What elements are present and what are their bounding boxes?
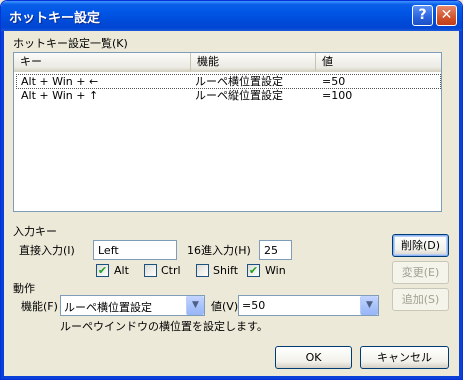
direct-input-field[interactable] — [93, 240, 177, 260]
hotkey-list-label: ホットキー設定一覧(K) — [13, 37, 128, 50]
delete-button[interactable]: 削除(D) — [392, 234, 449, 257]
hotkey-row-key: Alt + Win + ← — [21, 75, 99, 88]
column-header-key[interactable]: キー — [14, 53, 191, 71]
function-select-value: ルーペ横位置設定 — [64, 301, 152, 314]
action-section-label: 動作 — [13, 282, 35, 295]
hotkey-settings-dialog: ホットキー設定 ? ✕ ホットキー設定一覧(K) キー 機能 値 Alt + W… — [0, 0, 463, 380]
direct-input-label: 直接入力(I) — [19, 244, 75, 257]
value-label: 値(V) — [211, 300, 239, 313]
hotkey-row-value: =100 — [322, 89, 353, 102]
change-button[interactable]: 変更(E) — [392, 261, 449, 284]
dialog-title: ホットキー設定 — [9, 11, 101, 26]
value-select[interactable]: =50 ▼ — [238, 295, 379, 316]
hotkey-row-key: Alt + Win + ↑ — [21, 89, 99, 102]
hotkey-row-value: =50 — [322, 75, 346, 88]
close-icon: ✕ — [440, 7, 453, 23]
hex-input-label: 16進入力(H) — [187, 244, 251, 257]
function-label: 機能(F) — [21, 300, 58, 313]
hotkey-row-function: ルーペ横位置設定 — [195, 75, 283, 88]
hotkey-row[interactable]: Alt + Win + ← ルーペ横位置設定 =50 — [16, 74, 441, 89]
input-key-section-label: 入力キー — [13, 225, 57, 238]
modifier-ctrl-label: Ctrl — [161, 264, 181, 277]
window-border-left — [1, 31, 4, 379]
function-select[interactable]: ルーペ横位置設定 ▼ — [60, 295, 205, 316]
checkbox-box[interactable] — [196, 264, 209, 277]
window-border-bottom — [1, 376, 462, 379]
help-icon: ? — [418, 7, 427, 23]
hotkey-list-header: キー 機能 値 — [14, 53, 441, 72]
title-bar[interactable]: ホットキー設定 ? ✕ — [1, 1, 462, 31]
chevron-down-icon[interactable]: ▼ — [360, 296, 378, 315]
checkbox-box[interactable] — [144, 264, 157, 277]
hotkey-row-function: ルーペ縦位置設定 — [195, 89, 283, 102]
modifier-shift-label: Shift — [213, 264, 239, 277]
action-description: ルーペウインドウの横位置を設定します。 — [60, 320, 268, 333]
close-button[interactable]: ✕ — [436, 5, 457, 26]
modifier-alt-label: Alt — [114, 264, 129, 277]
hex-input-field[interactable] — [259, 240, 292, 260]
add-button[interactable]: 追加(S) — [392, 288, 449, 311]
checkbox-box[interactable]: ✔ — [247, 264, 260, 277]
chevron-down-icon[interactable]: ▼ — [186, 296, 204, 315]
modifier-win-label: Win — [265, 264, 286, 277]
value-select-value: =50 — [242, 299, 266, 312]
window-border-right — [459, 31, 462, 379]
hotkey-row[interactable]: Alt + Win + ↑ ルーペ縦位置設定 =100 — [17, 89, 440, 102]
checkbox-box[interactable]: ✔ — [96, 264, 109, 277]
hotkey-list[interactable]: キー 機能 値 Alt + Win + ← ルーペ横位置設定 =50 Alt +… — [13, 52, 442, 212]
help-button[interactable]: ? — [412, 5, 433, 26]
ok-button[interactable]: OK — [275, 346, 352, 369]
column-header-function[interactable]: 機能 — [191, 53, 316, 71]
cancel-button[interactable]: キャンセル — [360, 346, 449, 369]
column-header-value[interactable]: 値 — [316, 53, 441, 71]
